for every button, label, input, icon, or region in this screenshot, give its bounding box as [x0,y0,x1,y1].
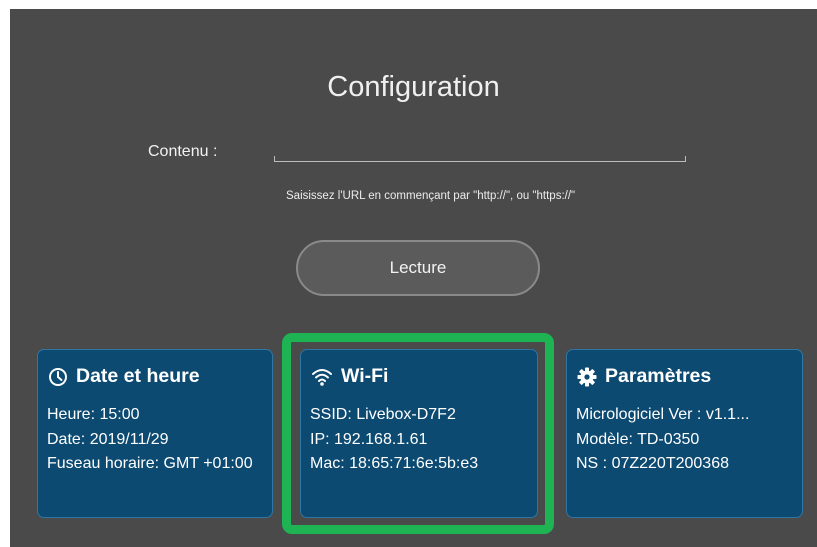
config-screen: Configuration Contenu : Saisissez l'URL … [10,9,817,547]
content-label: Contenu : [148,143,218,160]
wifi-highlight-frame [282,333,554,534]
read-button[interactable]: Lecture [296,240,540,296]
time-value: Heure: 15:00 [47,406,140,423]
settings-card[interactable]: Paramètres Micrologiciel Ver : v1.1... M… [566,349,803,518]
firmware-value: Micrologiciel Ver : v1.1... [576,406,750,423]
settings-card-header: Paramètres [577,365,711,388]
url-field[interactable] [274,137,690,162]
datetime-card[interactable]: Date et heure Heure: 15:00 Date: 2019/11… [37,349,273,518]
date-value: Date: 2019/11/29 [47,430,169,448]
model-value: Modèle: TD-0350 [576,430,700,448]
serial-value: NS : 07Z220T200368 [576,455,729,472]
gear-icon [577,367,597,386]
settings-card-title: Paramètres [605,365,712,387]
url-input[interactable] [274,137,690,161]
datetime-card-header: Date et heure [48,365,200,388]
url-hint: Saisissez l'URL en commençant par "http:… [286,190,576,202]
timezone-value: Fuseau horaire: GMT +01:00 [47,455,253,472]
clock-icon [49,367,67,386]
datetime-card-title: Date et heure [76,365,200,387]
page-title: Configuration [327,71,500,103]
